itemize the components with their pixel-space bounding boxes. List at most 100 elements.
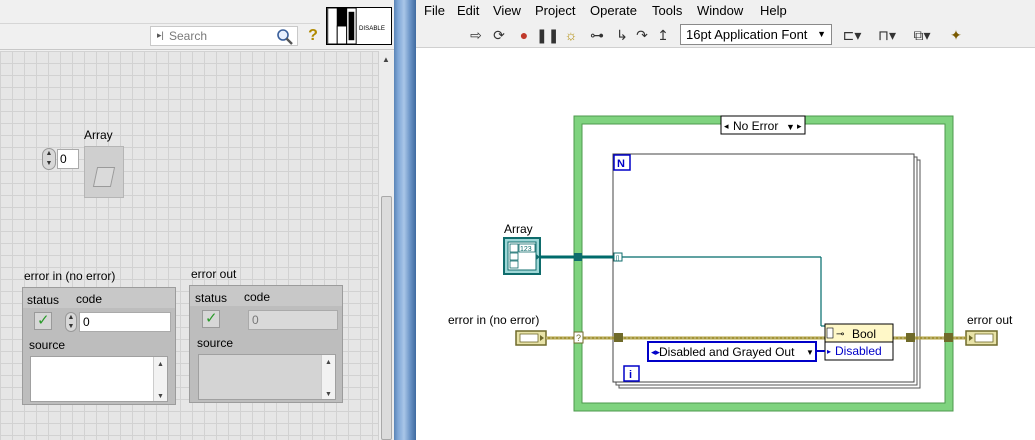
pause-icon[interactable]: ❚❚ [536,25,559,45]
error-in-status-checkbox[interactable]: ✓ [34,312,52,330]
font-select-value: 16pt Application Font [686,27,808,42]
error-out-status-indicator: ✓ [202,310,220,328]
array-terminal[interactable]: Array 123 [503,222,541,275]
case-selector-tunnel-marker: ? [576,333,581,343]
case-selector-right-icon: ▸ [797,121,802,131]
search-input[interactable]: Search [169,29,207,43]
property-input-arrow-icon: ▸ [827,347,831,356]
index-spinner-icon[interactable]: ▲ ▼ [42,148,56,170]
loop-count-label: N [617,158,625,170]
front-panel-scrollbar[interactable]: ▲ [378,51,394,440]
error-out-code-indicator: 0 [248,310,338,330]
array-element-control[interactable] [84,146,124,198]
error-out-terminal[interactable] [965,330,998,346]
property-disabled: Disabled [835,344,882,358]
error-in-source-field[interactable]: ▲ ▼ [30,356,168,402]
error-in-cluster: status code ✓ ▲ ▼ 0 source ▲ ▼ [22,287,176,405]
array-element-placeholder-icon [92,167,116,187]
property-node[interactable]: ⊸ Bool ▸ Disabled [824,323,894,361]
search-icon[interactable] [276,28,294,45]
vi-icon[interactable]: DISABLE [326,7,392,45]
distribute-objects-icon[interactable]: ⊓▾ [874,25,900,45]
error-out-terminal-label: error out [967,313,1013,327]
search-expand-icon[interactable]: ▸| [157,30,164,41]
toolbar-divider [0,0,320,24]
error-out-source-indicator: ▲ ▼ [198,354,336,400]
error-in-code-label: code [76,292,103,306]
property-node-class: Bool [852,327,876,341]
array-terminal-type: 123 [520,246,532,253]
diagram-svg: ◂ No Error ▼ ▸ N i Array 123 [] error in… [448,115,1013,412]
check-icon: ✓ [37,312,50,329]
error-in-terminal-label: error in (no error) [448,313,539,327]
search-box[interactable]: ▸| Search [150,26,298,46]
vi-icon-text: DISABLE [359,25,385,32]
array-label: Array [84,128,113,142]
error-in-source-label: source [29,338,66,352]
error-out-source-label: source [197,336,234,350]
error-in-terminal[interactable] [515,330,547,346]
case-selector-label: No Error [733,119,778,133]
menu-project[interactable]: Project [535,3,575,18]
reference-icon [826,327,834,339]
key-icon: ⊸ [836,329,844,340]
error-in-code-field[interactable]: 0 [79,312,171,332]
index-cell-icon [509,243,519,253]
help-icon[interactable]: ? [305,26,321,46]
case-tunnel-array [574,253,582,261]
font-select[interactable]: 16pt Application Font ▼ [680,24,832,45]
code-spinner-icon[interactable]: ▲ ▼ [65,312,77,332]
error-out-label: error out [191,267,237,281]
chevron-down-icon: ▼ [817,29,826,39]
menu-edit[interactable]: Edit [457,3,479,18]
menu-operate[interactable]: Operate [590,3,637,18]
highlight-execution-icon[interactable]: ☼ [561,25,581,45]
menu-file[interactable]: File [424,3,445,18]
scroll-up-icon[interactable]: ▲ [382,55,390,64]
menu-view[interactable]: View [493,3,521,18]
block-diagram-toolbar: ⇨ ⟳ ● ❚❚ ☼ ⊶ ↳ ↷ ↥ 16pt Application Font… [416,22,1035,48]
run-arrow-icon[interactable]: ⇨ [466,25,486,45]
align-objects-icon[interactable]: ⊏▾ [839,25,865,45]
cleanup-diagram-icon[interactable]: ✦ [946,25,966,45]
front-panel-window: ▸| Search ? DISABLE ▲ Array ▲ ▼ 0 error i… [0,0,394,440]
enum-dropdown-icon: ▼ [806,348,814,357]
array-index-control[interactable]: ▲ ▼ 0 [42,148,80,170]
block-diagram-window: File Edit View Project Operate Tools Win… [416,0,1035,440]
source-scrollbar[interactable]: ▲ ▼ [153,357,167,401]
abort-icon[interactable]: ● [514,25,534,45]
reorder-icon[interactable]: ⧉▾ [909,25,935,45]
case-selector-dropdown-icon: ▼ [786,122,795,132]
error-in-label: error in (no error) [24,269,116,283]
front-panel-toolbar: ▸| Search ? DISABLE [0,0,394,50]
index-cell-icon [509,260,519,269]
array-index-value[interactable]: 0 [57,149,79,169]
menu-bar: File Edit View Project Operate Tools Win… [416,0,1035,22]
enum-constant[interactable]: ◂▸ Disabled and Grayed Out ▼ [647,341,817,362]
retain-wire-values-icon[interactable]: ⊶ [587,25,607,45]
source-scrollbar[interactable]: ▲ ▼ [321,355,335,399]
error-out-cluster: status code ✓ ▸ 0 source ▲▼ [189,285,343,403]
error-out-code-label: code [244,290,271,304]
case-error-tunnel-out [944,333,953,342]
menu-help[interactable]: Help [760,3,787,18]
scroll-thumb[interactable] [381,196,392,440]
step-into-icon[interactable]: ↳ [612,25,632,45]
enum-constant-value: Disabled and Grayed Out [659,345,795,359]
error-in-status-label: status [27,293,60,307]
error-out-status-label: status [195,291,228,305]
array-terminal-label: Array [504,222,533,236]
step-over-icon[interactable]: ↷ [632,25,652,45]
menu-window[interactable]: Window [697,3,743,18]
loop-iteration-label: i [629,369,632,381]
case-selector-left-icon: ◂ [724,121,729,131]
index-tunnel-marker: [] [616,256,620,262]
index-cell-icon [509,252,519,261]
loop-error-tunnel-in [614,333,623,342]
loop-error-tunnel-out [906,333,915,342]
window-separator [394,0,416,440]
step-out-icon[interactable]: ↥ [653,25,673,45]
run-continuously-icon[interactable]: ⟳ [489,25,509,45]
menu-tools[interactable]: Tools [652,3,682,18]
case-selector[interactable]: ◂ No Error ▼ ▸ [720,115,806,135]
